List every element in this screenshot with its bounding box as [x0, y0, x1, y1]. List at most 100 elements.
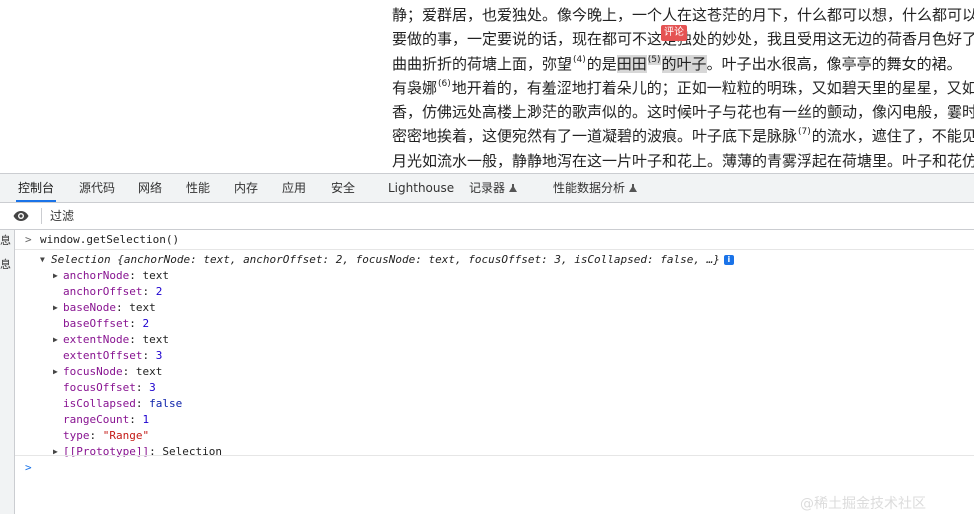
console-command: window.getSelection() — [40, 233, 180, 246]
triangle-right-icon[interactable]: ▶ — [53, 300, 58, 316]
property-value: 1 — [142, 413, 150, 426]
article-pre: 香，仿佛远处高楼上渺茫的歌声似的。这时候叶子与花也有一丝的颤动，像闪电般，霎时传… — [392, 103, 974, 122]
property-value: 3 — [155, 349, 163, 362]
property-separator: : — [89, 429, 103, 442]
property-value: text — [129, 301, 156, 314]
triangle-right-icon[interactable]: ▶ — [53, 444, 58, 460]
article-panel: 静；爱群居，也爱独处。像今晚上，一个人在这苍茫的月下，什么都可以想，什么都可以不… — [0, 0, 974, 173]
article-pre: 月光如流水一般，静静地泻在这一片叶子和花上。薄薄的青雾浮起在荷塘里。叶子和花仿佛… — [392, 151, 974, 170]
property-key: rangeCount — [63, 413, 130, 426]
article-post: 地开着的，有羞涩地打着朵儿的；正如一粒粒的明珠，又如碧天里的星星，又如刚出浴的美… — [451, 78, 974, 97]
tab-console[interactable]: 控制台 — [15, 174, 57, 202]
property-key: anchorNode — [63, 269, 130, 282]
article-sup1: (4) — [573, 54, 586, 65]
property-separator: : — [142, 285, 156, 298]
property-value: 2 — [155, 285, 163, 298]
tab-performance[interactable]: 性能 — [186, 174, 210, 202]
article-post: 这是独处的妙处，我且受用这无边的荷香月色好了。 — [647, 30, 974, 49]
property-value: "Range" — [102, 429, 150, 442]
article-pre: 静；爱群居，也爱独处。像今晚上，一个人在这苍茫的月下，什么都可以想，什么都可以不… — [392, 6, 974, 24]
tab-recorder-label: 记录器 — [469, 181, 506, 195]
property-key: baseNode — [63, 301, 116, 314]
property-value: 3 — [149, 381, 156, 394]
tab-application[interactable]: 应用 — [282, 174, 306, 202]
article-line: 月光如流水一般，静静地泻在这一片叶子和花上。薄薄的青雾浮起在荷塘里。叶子和花仿佛… — [392, 149, 974, 173]
triangle-down-icon[interactable]: ▼ — [40, 252, 45, 268]
article-line: 曲曲折折的荷塘上面，弥望(4)的是田田(5)的叶子。叶子出水很高，像亭亭的舞女的… — [392, 52, 974, 76]
triangle-right-icon[interactable]: ▶ — [53, 332, 58, 348]
property-value: text — [142, 333, 169, 346]
article-sup1: (7) — [798, 127, 811, 138]
property-separator: : — [129, 333, 143, 346]
console-output: > window.getSelection() ▼ Selection {anc… — [15, 230, 974, 514]
tab-performance-insights-label: 性能数据分析 — [553, 181, 626, 195]
article-sup1: (6) — [438, 78, 451, 89]
property-separator: : — [135, 381, 150, 394]
article-pre: 密密地挨着，这便宛然有了一道凝碧的波痕。叶子底下是脉脉 — [392, 127, 798, 146]
triangle-right-icon[interactable]: ▶ — [53, 268, 58, 284]
property-value: text — [142, 269, 169, 282]
comment-tooltip[interactable]: 评论 — [661, 25, 687, 41]
property-key: anchorOffset — [63, 285, 143, 298]
article-line: 密密地挨着，这便宛然有了一道凝碧的波痕。叶子底下是脉脉(7)的流水，遮住了，不能… — [392, 124, 974, 148]
info-icon[interactable]: i — [723, 255, 734, 265]
tab-lighthouse[interactable]: Lighthouse — [388, 174, 454, 202]
property-separator: : — [129, 413, 143, 426]
property-key: type — [63, 429, 90, 442]
article-line: 香，仿佛远处高楼上渺茫的歌声似的。这时候叶子与花也有一丝的颤动，像闪电般，霎时传… — [392, 100, 974, 124]
console-divider — [15, 249, 974, 250]
article-sel: 田田 — [616, 54, 647, 73]
article-pre: 有袅娜 — [392, 78, 438, 97]
devtools-tab-bar: 控制台 源代码 网络 性能 内存 应用 安全 Lighthouse 记录器 性能… — [0, 174, 974, 203]
property-separator: : — [129, 269, 143, 282]
tab-network[interactable]: 网络 — [138, 174, 162, 202]
property-key: focusNode — [63, 365, 123, 378]
article-line: 静；爱群居，也爱独处。像今晚上，一个人在这苍茫的月下，什么都可以想，什么都可以不… — [392, 3, 974, 27]
article-mid: 的是 — [586, 54, 617, 73]
property-key: isCollapsed — [63, 397, 136, 410]
article-line: 有袅娜(6)地开着的，有羞涩地打着朵儿的；正如一粒粒的明珠，又如碧天里的星星，又… — [392, 76, 974, 100]
chevron-right-icon: > — [25, 461, 32, 474]
property-separator: : — [142, 349, 156, 362]
flask-icon — [509, 183, 518, 192]
tab-memory[interactable]: 内存 — [234, 174, 258, 202]
eye-icon[interactable] — [13, 210, 29, 222]
property-key: extentOffset — [63, 349, 143, 362]
article-sup2: (5) — [647, 54, 661, 65]
property-separator: : — [135, 397, 150, 410]
triangle-right-icon[interactable]: ▶ — [53, 364, 58, 380]
property-value: false — [149, 397, 183, 410]
article-sel2: 的叶子 — [661, 54, 707, 73]
article-pre: 曲曲折折的荷塘上面，弥望 — [392, 54, 573, 73]
property-value: Selection — [162, 445, 222, 458]
property-key: extentNode — [63, 333, 130, 346]
property-separator: : — [115, 301, 130, 314]
article-pre: 要做的事，一定要说的话，现在都可不 — [392, 30, 648, 49]
article-post: 。叶子出水很高，像亭亭的舞女的裙。 — [706, 54, 962, 73]
console-filter-bar: 过滤 — [0, 203, 974, 230]
console-divider — [15, 455, 974, 456]
sidebar-item-info[interactable]: 息 — [0, 256, 14, 272]
property-key: [[Prototype]] — [63, 445, 150, 458]
tab-security[interactable]: 安全 — [331, 174, 355, 202]
flask-icon — [629, 183, 638, 192]
property-separator: : — [122, 365, 136, 378]
selection-preview: {anchorNode: text, anchorOffset: 2, focu… — [117, 253, 720, 266]
property-value: 2 — [142, 317, 150, 330]
property-separator: : — [129, 317, 143, 330]
article-post: 的流水，遮住了，不能见一些颜色。 — [811, 127, 974, 146]
sidebar-item-messages[interactable]: 息 — [0, 232, 14, 248]
property-key: baseOffset — [63, 317, 130, 330]
tab-recorder[interactable]: 记录器 — [469, 174, 518, 202]
console-sidebar: 息 息 — [0, 230, 15, 514]
property-value: text — [135, 365, 163, 378]
devtools-panel: 控制台 源代码 网络 性能 内存 应用 安全 Lighthouse 记录器 性能… — [0, 173, 974, 514]
filter-input[interactable]: 过滤 — [50, 203, 74, 229]
watermark: @稀土掘金技术社区 — [800, 496, 926, 512]
tab-sources[interactable]: 源代码 — [79, 174, 115, 202]
property-key: focusOffset — [63, 381, 136, 394]
chevron-right-icon: > — [25, 233, 32, 246]
tab-performance-insights[interactable]: 性能数据分析 — [553, 174, 638, 202]
toolbar-divider — [41, 208, 42, 224]
property-separator: : — [149, 445, 163, 458]
